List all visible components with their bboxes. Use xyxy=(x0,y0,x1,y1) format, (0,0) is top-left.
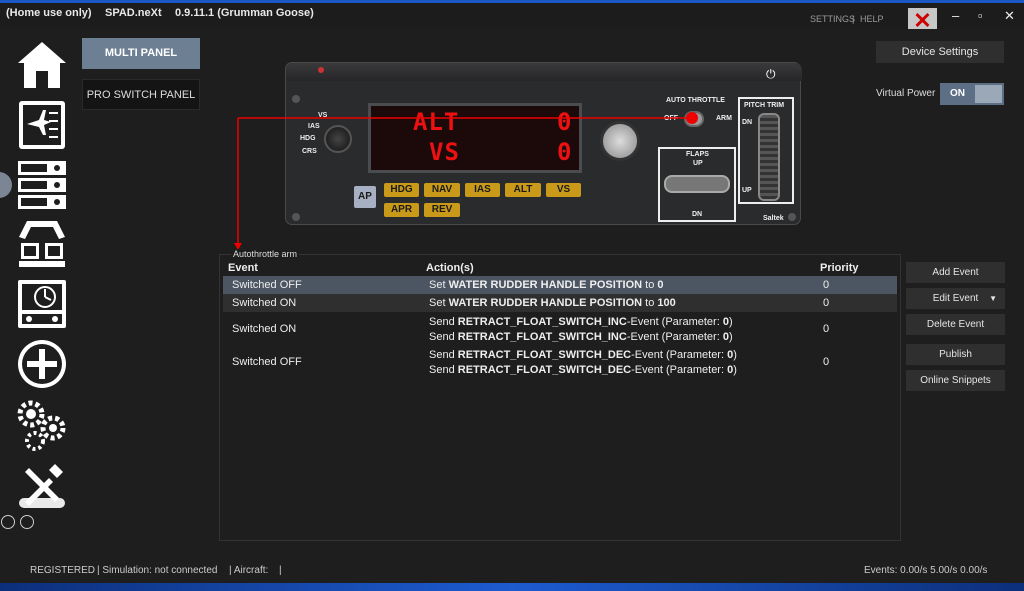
power-icon: ⏻ xyxy=(766,67,776,81)
pitch-trim-box: PITCH TRIM DN UP xyxy=(738,97,794,204)
tools-icon[interactable] xyxy=(15,458,69,512)
title-separator: | xyxy=(852,14,855,24)
delete-event-button[interactable]: Delete Event xyxy=(906,314,1005,335)
taskbar-strip xyxy=(0,583,1024,591)
device-top-edge xyxy=(286,63,802,81)
row-priority: 0 xyxy=(823,323,830,335)
virtual-power-label: Virtual Power xyxy=(876,88,936,99)
status-events-rate: Events: 0.00/s 5.00/s 0.00/s xyxy=(864,565,988,576)
virtual-power-state: ON xyxy=(950,88,965,99)
device-brand-label: Saltek xyxy=(763,215,784,222)
row-event: Switched ON xyxy=(232,323,297,335)
publish-button[interactable]: Publish xyxy=(906,344,1005,365)
close-icon[interactable]: ✕ xyxy=(1004,8,1015,24)
pitch-trim-label: PITCH TRIM xyxy=(744,102,785,109)
trim-up-label: UP xyxy=(742,187,752,194)
row-action: Send RETRACT_FLOAT_SWITCH_DEC-Event (Par… xyxy=(429,349,737,361)
header-actions[interactable]: Action(s) xyxy=(426,262,474,274)
app-version: 0.9.11.1 (Grumman Goose) xyxy=(175,7,314,19)
row-action: Send RETRACT_FLOAT_SWITCH_DEC-Event (Par… xyxy=(429,364,737,376)
tab-pro-switch-panel[interactable]: PRO SWITCH PANEL xyxy=(82,79,200,110)
table-row[interactable]: Switched ON Send RETRACT_FLOAT_SWITCH_IN… xyxy=(223,313,897,345)
radio-stack-icon[interactable] xyxy=(15,158,69,212)
device-settings-button[interactable]: Device Settings xyxy=(876,41,1004,63)
events-group-label: Autothrottle arm xyxy=(231,249,300,259)
row-priority: 0 xyxy=(823,297,830,309)
cloud-icon[interactable] xyxy=(20,515,34,529)
add-event-button[interactable]: Add Event xyxy=(906,262,1005,283)
virtual-power-toggle[interactable]: ON xyxy=(940,83,1004,105)
instrument-panel-icon[interactable] xyxy=(15,277,69,331)
screw xyxy=(788,213,796,221)
row-action: Send RETRACT_FLOAT_SWITCH_INC-Event (Par… xyxy=(429,331,733,343)
status-registered: REGISTERED xyxy=(30,565,96,576)
pitch-trim-wheel[interactable] xyxy=(758,113,780,201)
table-row[interactable]: Switched OFF Set WATER RUDDER HANDLE POS… xyxy=(223,276,897,294)
arm-label: ARM xyxy=(716,115,732,122)
status-aircraft: | Aircraft: xyxy=(229,565,269,576)
row-action: Send RETRACT_FLOAT_SWITCH_INC-Event (Par… xyxy=(429,316,733,328)
edit-event-button[interactable]: Edit Event ▼ xyxy=(906,288,1005,309)
header-priority[interactable]: Priority xyxy=(820,262,859,274)
row-action: Set WATER RUDDER HANDLE POSITION to 100 xyxy=(429,297,676,309)
row-priority: 0 xyxy=(823,356,830,368)
trim-dn-label: DN xyxy=(742,119,753,126)
settings-link[interactable]: SETTINGS xyxy=(810,14,855,24)
maximize-icon[interactable]: ▫ xyxy=(978,8,983,23)
edit-event-label: Edit Event xyxy=(932,293,979,304)
row-action: Set WATER RUDDER HANDLE POSITION to 0 xyxy=(429,279,664,291)
screw xyxy=(292,95,300,103)
titlebar: (Home use only) SPAD.neXt 0.9.11.1 (Grum… xyxy=(0,3,1024,33)
row-event: Switched OFF xyxy=(232,356,302,368)
settings-gears-icon[interactable] xyxy=(15,398,69,452)
header-event[interactable]: Event xyxy=(228,262,258,274)
row-priority: 0 xyxy=(823,279,830,291)
app-name: SPAD.neXt xyxy=(105,7,162,19)
auto-throttle-label: AUTO THROTTLE xyxy=(666,97,725,104)
chevron-down-icon: ▼ xyxy=(989,294,997,303)
led-indicator xyxy=(318,67,324,73)
online-snippets-button[interactable]: Online Snippets xyxy=(906,370,1005,391)
status-simulation: | Simulation: not connected xyxy=(97,565,218,576)
row-event: Switched OFF xyxy=(232,279,302,291)
row-event: Switched ON xyxy=(232,297,297,309)
flight-plan-icon[interactable] xyxy=(15,98,69,152)
save-icon[interactable] xyxy=(1,515,15,529)
table-row[interactable]: Switched ON Set WATER RUDDER HANDLE POSI… xyxy=(223,294,897,312)
table-row[interactable]: Switched OFF Send RETRACT_FLOAT_SWITCH_D… xyxy=(223,346,897,378)
tab-multi-panel[interactable]: MULTI PANEL xyxy=(82,38,200,69)
help-link[interactable]: HELP xyxy=(860,14,884,24)
status-aircraft-separator: | xyxy=(279,565,282,576)
annotation-pointer xyxy=(234,112,698,250)
edition-label: (Home use only) xyxy=(6,7,92,19)
home-icon[interactable] xyxy=(15,38,69,92)
cockpit-icon[interactable] xyxy=(15,217,69,271)
minimize-icon[interactable]: – xyxy=(952,8,959,23)
add-icon[interactable] xyxy=(15,337,69,391)
toggle-knob xyxy=(975,85,1002,103)
